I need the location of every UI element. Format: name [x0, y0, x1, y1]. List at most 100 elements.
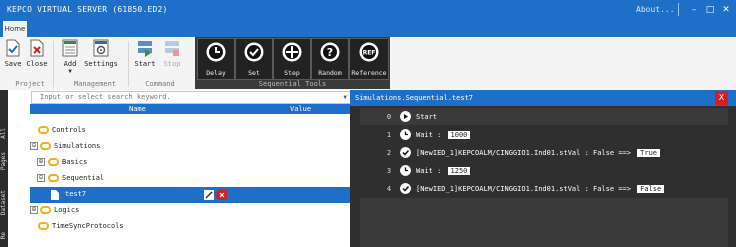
side-tab-pages[interactable]: Pages [0, 152, 8, 170]
minimize-button[interactable]: – [687, 3, 701, 17]
delay-label: Delay [206, 69, 226, 77]
clock-icon [400, 129, 411, 140]
search-placeholder: Input or select search keyword. [40, 93, 171, 101]
window-title: KEPCO VIRTUAL SERVER (61850.ED2) [7, 5, 168, 14]
step-label: Step [284, 69, 300, 77]
search-input[interactable]: Input or select search keyword. ▼ [31, 91, 351, 104]
expand-icon[interactable]: ⊞ [30, 206, 38, 214]
delete-icon[interactable] [215, 190, 227, 200]
tree-item-sequential[interactable]: ⊟ Sequential [30, 171, 350, 187]
step-button[interactable]: Step [273, 38, 311, 80]
step-number: 2 [386, 149, 392, 157]
column-name-header: Name [129, 105, 146, 113]
reference-icon: REF [359, 42, 379, 62]
sequence-empty-area [360, 198, 728, 247]
tab-home[interactable]: Home [3, 21, 27, 37]
tree-item-label: Controls [52, 126, 86, 134]
ribbon: Save Close Add ▼ Settings Start Stop Pro… [0, 37, 736, 91]
random-button[interactable]: ? Random [311, 38, 349, 80]
sequence-step[interactable]: 2 [NewIED_1]KEPCOALM/CINGGIO1.Ind01.stVa… [360, 144, 728, 161]
settings-icon [93, 39, 109, 57]
reference-icon-text: REF [363, 50, 376, 57]
add-button[interactable]: Add ▼ [58, 39, 82, 75]
close-editor-button[interactable]: X [715, 91, 728, 105]
side-tab-dataset[interactable]: Dataset [0, 190, 8, 215]
step-label: [NewIED_1]KEPCOALM/CINGGIO1.Ind01.stVal … [416, 149, 631, 157]
save-label: Save [4, 60, 22, 68]
save-icon [6, 39, 20, 57]
step-text: [NewIED_1]KEPCOALM/CINGGIO1.Ind01.stVal … [416, 149, 661, 157]
close-project-button[interactable]: Close [24, 39, 50, 68]
collapse-icon[interactable]: ⊟ [30, 142, 38, 150]
step-number: 1 [386, 131, 392, 139]
tree-item-logics[interactable]: ⊞ Logics [30, 203, 350, 219]
step-value[interactable]: 1250 [447, 167, 471, 175]
side-tab-all[interactable]: All [0, 128, 8, 139]
check-icon [244, 42, 264, 62]
sequence-step-start[interactable]: 0 Start [360, 108, 728, 125]
save-button[interactable]: Save [2, 39, 24, 68]
step-text: [NewIED_1]KEPCOALM/CINGGIO1.Ind01.stVal … [416, 185, 665, 193]
folder-icon [38, 222, 49, 230]
step-value[interactable]: 1000 [447, 131, 471, 139]
question-icon: ? [320, 42, 340, 62]
add-icon [62, 39, 78, 57]
about-link[interactable]: About... [636, 5, 675, 14]
start-button[interactable]: Start [133, 39, 157, 68]
sequence-step[interactable]: 1 Wait : 1000 [360, 126, 728, 143]
edit-icon[interactable] [204, 190, 214, 200]
tree-item-simulations[interactable]: ⊟ Simulations [30, 139, 350, 155]
folder-icon [40, 142, 51, 150]
check-icon [400, 147, 411, 158]
close-file-icon [30, 39, 44, 57]
group-separator [53, 41, 54, 87]
add-label: Add [63, 60, 77, 68]
add-dropdown-icon[interactable]: ▼ [58, 68, 82, 75]
step-number: 3 [386, 167, 392, 175]
step-icon [282, 42, 302, 62]
step-text: Wait : 1000 [416, 131, 471, 139]
sequence-title: Simulations.Sequential.test7 [355, 94, 474, 102]
step-text: Start [416, 113, 438, 121]
step-value[interactable]: True [637, 149, 661, 157]
set-button[interactable]: Set [235, 38, 273, 80]
titlebar-separator [678, 3, 679, 16]
reference-button[interactable]: REF Reference [349, 38, 389, 80]
close-label: Close [26, 60, 48, 68]
step-text: Wait : 1250 [416, 167, 471, 175]
step-label: [NewIED_1]KEPCOALM/CINGGIO1.Ind01.stVal … [416, 185, 631, 193]
tree-item-timesyncprotocols[interactable]: TimeSyncProtocols [30, 219, 350, 235]
tree-gutter [16, 90, 30, 247]
folder-icon [38, 126, 49, 134]
tree-item-label: Basics [62, 158, 88, 166]
sequence-step[interactable]: 3 Wait : 1250 [360, 162, 728, 179]
group-separator [128, 41, 129, 87]
tree-column-header: Name Value [30, 104, 351, 114]
start-icon [138, 41, 152, 57]
folder-icon [40, 206, 51, 214]
delay-button[interactable]: Delay [197, 38, 235, 80]
chevron-down-icon[interactable]: ▼ [343, 92, 347, 103]
step-value[interactable]: False [637, 185, 665, 193]
step-number: 4 [386, 185, 392, 193]
file-icon [51, 190, 59, 200]
side-tab-re[interactable]: Re [0, 232, 8, 239]
close-window-button[interactable]: ✕ [719, 3, 733, 17]
settings-button[interactable]: Settings [84, 39, 118, 68]
step-number: 0 [386, 113, 392, 121]
stop-button[interactable]: Stop [160, 39, 184, 68]
collapse-icon[interactable]: ⊟ [37, 174, 45, 182]
expand-icon[interactable]: ⊞ [37, 158, 45, 166]
folder-icon [48, 158, 59, 166]
column-value-header: Value [290, 105, 312, 113]
tree-item-basics[interactable]: ⊞ Basics [30, 155, 350, 171]
tree-item-controls[interactable]: Controls [30, 123, 350, 139]
sequence-editor-panel: Simulations.Sequential.test7 X 0 Start 1… [350, 90, 736, 247]
tree-item-label: test7 [65, 190, 87, 198]
maximize-button[interactable]: □ [703, 3, 717, 17]
tree-item-test7[interactable]: test7 [30, 187, 350, 203]
sequence-step[interactable]: 4 [NewIED_1]KEPCOALM/CINGGIO1.Ind01.stVa… [360, 180, 728, 197]
reference-label: Reference [351, 69, 387, 77]
step-label: Wait : [416, 167, 442, 175]
side-tab-strip: All Pages Dataset Re [0, 90, 8, 247]
